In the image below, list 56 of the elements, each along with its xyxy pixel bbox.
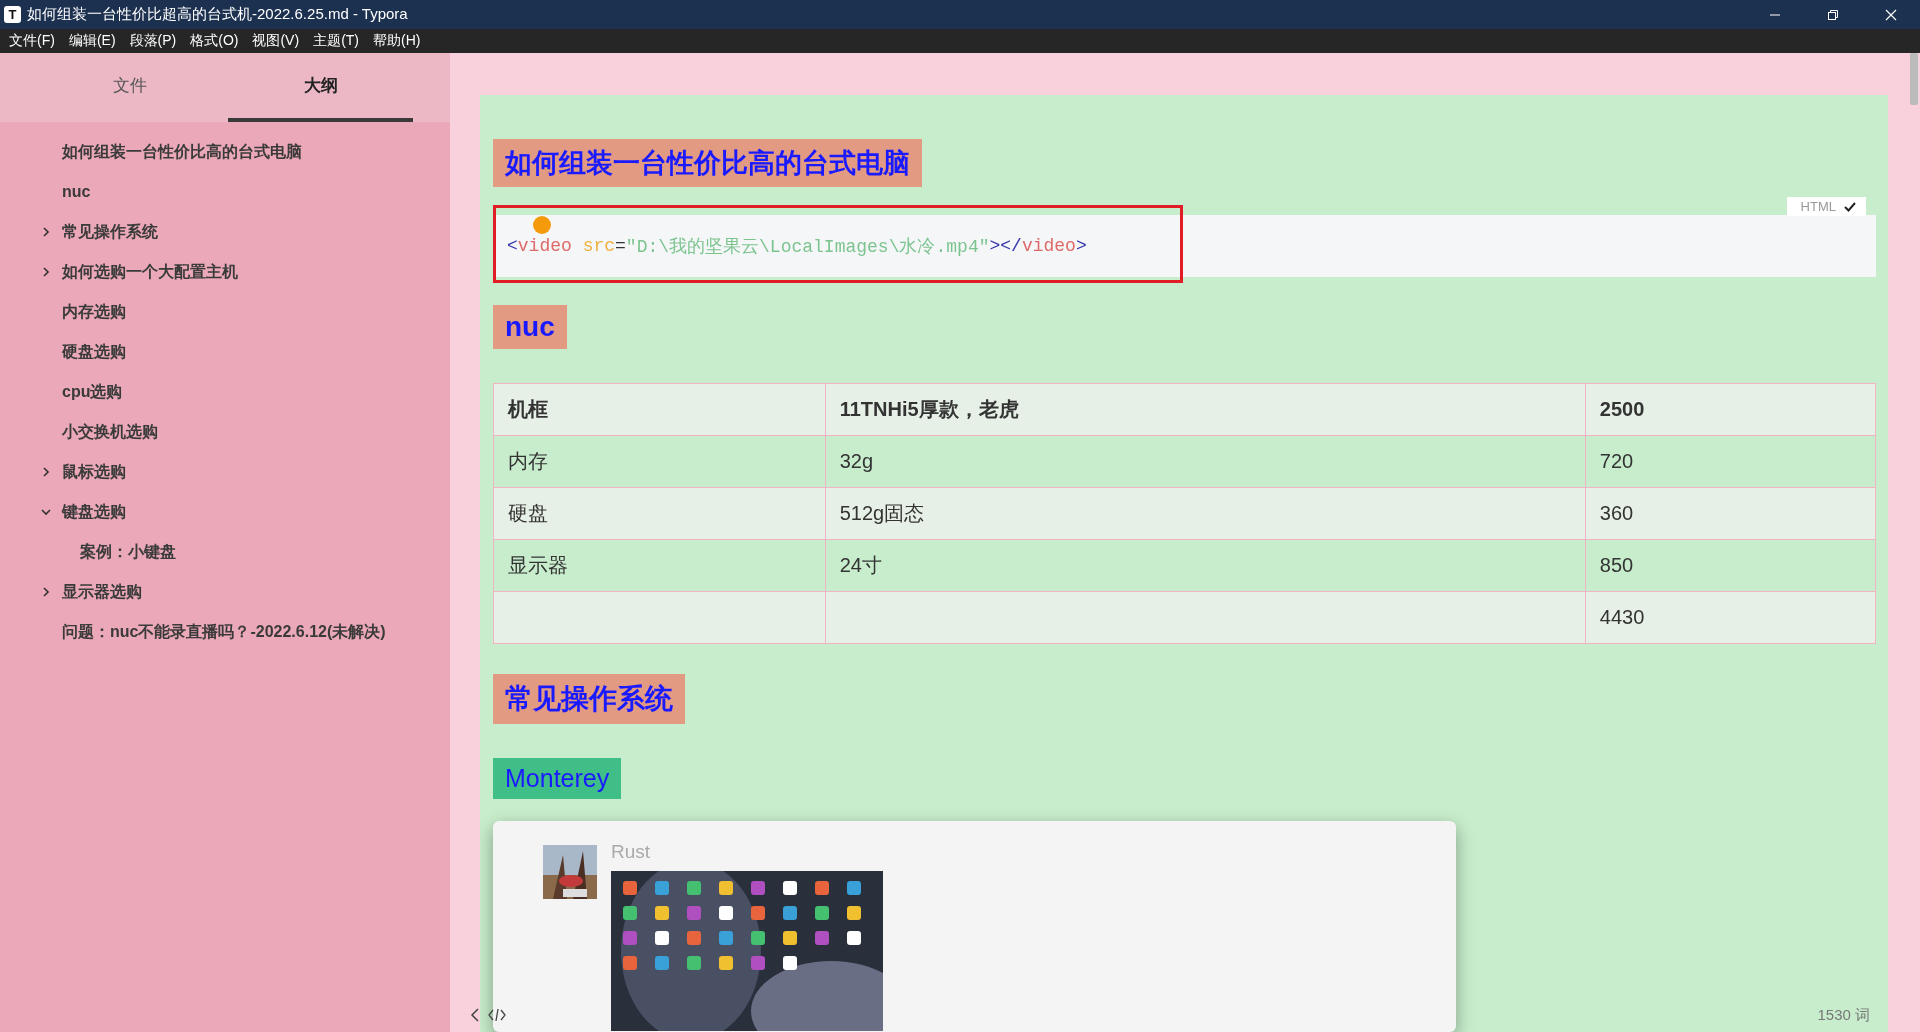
menu-item[interactable]: 主题(T): [306, 32, 366, 50]
scrollbar[interactable]: [1910, 53, 1918, 105]
table-header-cell: 11TNHi5厚款，老虎: [825, 383, 1586, 436]
table-cell: 32g: [825, 435, 1586, 488]
heading: 常见操作系统: [493, 674, 685, 724]
menu-item[interactable]: 编辑(E): [61, 32, 123, 50]
code-icon: [488, 1008, 506, 1022]
restore-icon: [1827, 8, 1839, 21]
outline-item[interactable]: 案例：小键盘: [80, 541, 176, 563]
chevron-icon[interactable]: [40, 226, 52, 238]
menu-item[interactable]: 帮助(H): [366, 32, 428, 50]
outline-item[interactable]: cpu选购: [62, 381, 123, 403]
chevron-icon[interactable]: [40, 266, 52, 278]
window-title: 如何组装一台性价比超高的台式机-2022.6.25.md - Typora: [27, 5, 409, 24]
language-label[interactable]: HTML: [1786, 197, 1866, 216]
outline-item[interactable]: 硬盘选购: [62, 341, 126, 363]
sidebar-tab[interactable]: 大纲: [228, 53, 413, 122]
heading: Monterey: [493, 758, 622, 799]
menu-item[interactable]: 视图(V): [245, 32, 307, 50]
table-cell: 512g固态: [825, 487, 1586, 540]
table-cell: 850: [1585, 539, 1876, 592]
chevron-icon[interactable]: [40, 466, 52, 478]
outline-item[interactable]: nuc: [62, 183, 91, 201]
table-cell: 内存: [493, 435, 826, 488]
outline-item[interactable]: 如何选购一个大配置主机: [62, 261, 238, 283]
outline-item[interactable]: 鼠标选购: [62, 461, 126, 483]
menu-item[interactable]: 段落(P): [122, 32, 184, 50]
close-icon: [1885, 8, 1897, 21]
table-header-cell: 2500: [1585, 383, 1876, 436]
caption: Rust: [611, 841, 652, 863]
table-cell: 4430: [1585, 591, 1876, 644]
outline-item[interactable]: 问题：nuc不能录直播吗？-2022.6.12(未解决): [62, 621, 386, 643]
sidebar-tab[interactable]: 文件: [37, 53, 222, 122]
table-header-cell: 机框: [493, 383, 826, 436]
outline-item[interactable]: 如何组装一台性价比高的台式电脑: [62, 141, 302, 163]
table-cell: 360: [1585, 487, 1876, 540]
table-cell: 显示器: [493, 539, 826, 592]
chevron-left-icon: [470, 1008, 480, 1022]
menu-item[interactable]: 文件(F): [2, 32, 62, 50]
chevron-icon[interactable]: [40, 586, 52, 598]
chevron-icon[interactable]: [40, 506, 52, 518]
table-cell: 720: [1585, 435, 1876, 488]
outline-item[interactable]: 内存选购: [62, 301, 126, 323]
heading: nuc: [493, 305, 567, 349]
outline-item[interactable]: 小交换机选购: [62, 421, 158, 443]
menu-item[interactable]: 格式(O): [183, 32, 246, 50]
table-cell: 硬盘: [493, 487, 826, 540]
app-icon: T: [4, 6, 21, 23]
outline-item[interactable]: 显示器选购: [62, 581, 142, 603]
code-block[interactable]: <video src="D:\我的坚果云\LocalImages\水冷.mp4"></video>: [493, 215, 1876, 277]
outline-item[interactable]: 键盘选购: [62, 501, 126, 523]
word-count: 1530 词: [1817, 1005, 1870, 1025]
table-cell: 24寸: [825, 539, 1586, 592]
outline-item[interactable]: 常见操作系统: [62, 221, 158, 243]
heading: 如何组装一台性价比高的台式电脑: [493, 139, 922, 187]
check-icon: [1844, 201, 1856, 212]
